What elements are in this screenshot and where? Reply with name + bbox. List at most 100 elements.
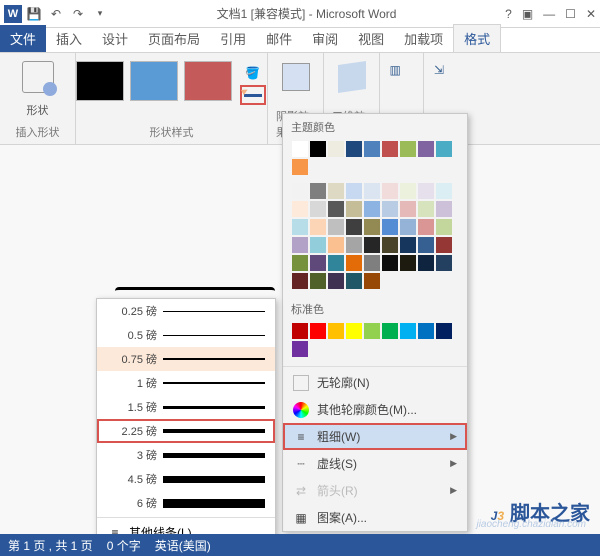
size-icon[interactable]: ⇲ (434, 63, 458, 91)
color-swatch[interactable] (346, 237, 362, 253)
color-swatch[interactable] (292, 323, 308, 339)
minimize-icon[interactable]: — (543, 7, 555, 21)
shape-fill-button[interactable]: 🪣 (240, 63, 266, 83)
color-swatch[interactable] (292, 255, 308, 271)
color-swatch[interactable] (382, 141, 398, 157)
color-swatch[interactable] (400, 183, 416, 199)
color-swatch[interactable] (418, 183, 434, 199)
color-swatch[interactable] (364, 237, 380, 253)
color-swatch[interactable] (418, 255, 434, 271)
color-swatch[interactable] (364, 201, 380, 217)
status-word-count[interactable]: 0 个字 (107, 537, 141, 554)
color-swatch[interactable] (292, 273, 308, 289)
redo-icon[interactable]: ↷ (70, 6, 86, 22)
color-swatch[interactable] (292, 201, 308, 217)
color-swatch[interactable] (400, 141, 416, 157)
tab-file[interactable]: 文件 (0, 25, 46, 52)
tab-insert[interactable]: 插入 (46, 25, 92, 52)
color-swatch[interactable] (346, 255, 362, 271)
color-swatch[interactable] (400, 323, 416, 339)
help-icon[interactable]: ? (505, 7, 512, 21)
color-swatch[interactable] (436, 323, 452, 339)
more-colors-item[interactable]: 其他轮廓颜色(M)... (283, 396, 467, 423)
color-swatch[interactable] (310, 255, 326, 271)
tab-references[interactable]: 引用 (210, 25, 256, 52)
color-swatch[interactable] (292, 219, 308, 235)
arrows-item[interactable]: ⇄ 箭头(R) ▶ (283, 477, 467, 504)
color-swatch[interactable] (346, 219, 362, 235)
color-swatch[interactable] (328, 255, 344, 271)
weight-option[interactable]: 0.75 磅 (97, 347, 275, 371)
color-swatch[interactable] (292, 237, 308, 253)
color-swatch[interactable] (310, 323, 326, 339)
color-swatch[interactable] (346, 201, 362, 217)
color-swatch[interactable] (436, 219, 452, 235)
color-swatch[interactable] (400, 219, 416, 235)
ribbon-options-icon[interactable]: ▣ (522, 7, 533, 21)
color-swatch[interactable] (382, 237, 398, 253)
color-swatch[interactable] (364, 255, 380, 271)
color-swatch[interactable] (292, 341, 308, 357)
color-swatch[interactable] (418, 323, 434, 339)
color-swatch[interactable] (418, 219, 434, 235)
color-swatch[interactable] (310, 201, 326, 217)
color-swatch[interactable] (364, 141, 380, 157)
dashes-item[interactable]: ┈ 虚线(S) ▶ (283, 450, 467, 477)
color-swatch[interactable] (364, 219, 380, 235)
color-swatch[interactable] (418, 201, 434, 217)
weight-option[interactable]: 1.5 磅 (97, 395, 275, 419)
close-icon[interactable]: ✕ (586, 7, 596, 21)
weight-option[interactable]: 2.25 磅 (97, 419, 275, 443)
weight-option[interactable]: 1 磅 (97, 371, 275, 395)
color-swatch[interactable] (310, 219, 326, 235)
tab-format[interactable]: 格式 (453, 24, 501, 52)
weight-option[interactable]: 3 磅 (97, 443, 275, 467)
color-swatch[interactable] (382, 219, 398, 235)
maximize-icon[interactable]: ☐ (565, 7, 576, 21)
color-swatch[interactable] (364, 273, 380, 289)
shapes-gallery-icon[interactable] (22, 61, 54, 93)
color-swatch[interactable] (436, 183, 452, 199)
arrange-icon[interactable]: ▥ (390, 63, 414, 91)
color-swatch[interactable] (346, 183, 362, 199)
color-swatch[interactable] (328, 201, 344, 217)
color-swatch[interactable] (382, 201, 398, 217)
color-swatch[interactable] (382, 183, 398, 199)
color-swatch[interactable] (400, 237, 416, 253)
color-swatch[interactable] (328, 323, 344, 339)
color-swatch[interactable] (310, 183, 326, 199)
weight-option[interactable]: 0.25 磅 (97, 299, 275, 323)
color-swatch[interactable] (400, 201, 416, 217)
weight-option[interactable]: 0.5 磅 (97, 323, 275, 347)
color-swatch[interactable] (328, 183, 344, 199)
status-language[interactable]: 英语(美国) (155, 537, 211, 554)
color-swatch[interactable] (346, 141, 362, 157)
tab-review[interactable]: 审阅 (302, 25, 348, 52)
color-swatch[interactable] (292, 141, 308, 157)
color-swatch[interactable] (382, 323, 398, 339)
weight-option[interactable]: 6 磅 (97, 491, 275, 515)
color-swatch[interactable] (310, 141, 326, 157)
color-swatch[interactable] (400, 255, 416, 271)
tab-layout[interactable]: 页面布局 (138, 25, 210, 52)
weight-item[interactable]: ≡ 粗细(W) ▶ (283, 423, 467, 450)
tab-mailings[interactable]: 邮件 (256, 25, 302, 52)
color-swatch[interactable] (364, 183, 380, 199)
color-swatch[interactable] (418, 237, 434, 253)
save-icon[interactable]: 💾 (26, 6, 42, 22)
tab-addins[interactable]: 加载项 (394, 25, 453, 52)
color-swatch[interactable] (310, 273, 326, 289)
color-swatch[interactable] (436, 201, 452, 217)
shape-outline-button[interactable] (240, 85, 266, 105)
status-page[interactable]: 第 1 页 , 共 1 页 (8, 537, 93, 554)
color-swatch[interactable] (310, 237, 326, 253)
pattern-item[interactable]: ▦ 图案(A)... (283, 504, 467, 531)
shadow-icon[interactable] (282, 63, 310, 91)
color-swatch[interactable] (418, 141, 434, 157)
color-swatch[interactable] (382, 255, 398, 271)
color-swatch[interactable] (292, 183, 308, 199)
tab-view[interactable]: 视图 (348, 25, 394, 52)
style-swatch-blue[interactable] (130, 61, 178, 101)
color-swatch[interactable] (436, 255, 452, 271)
weight-option[interactable]: 4.5 磅 (97, 467, 275, 491)
